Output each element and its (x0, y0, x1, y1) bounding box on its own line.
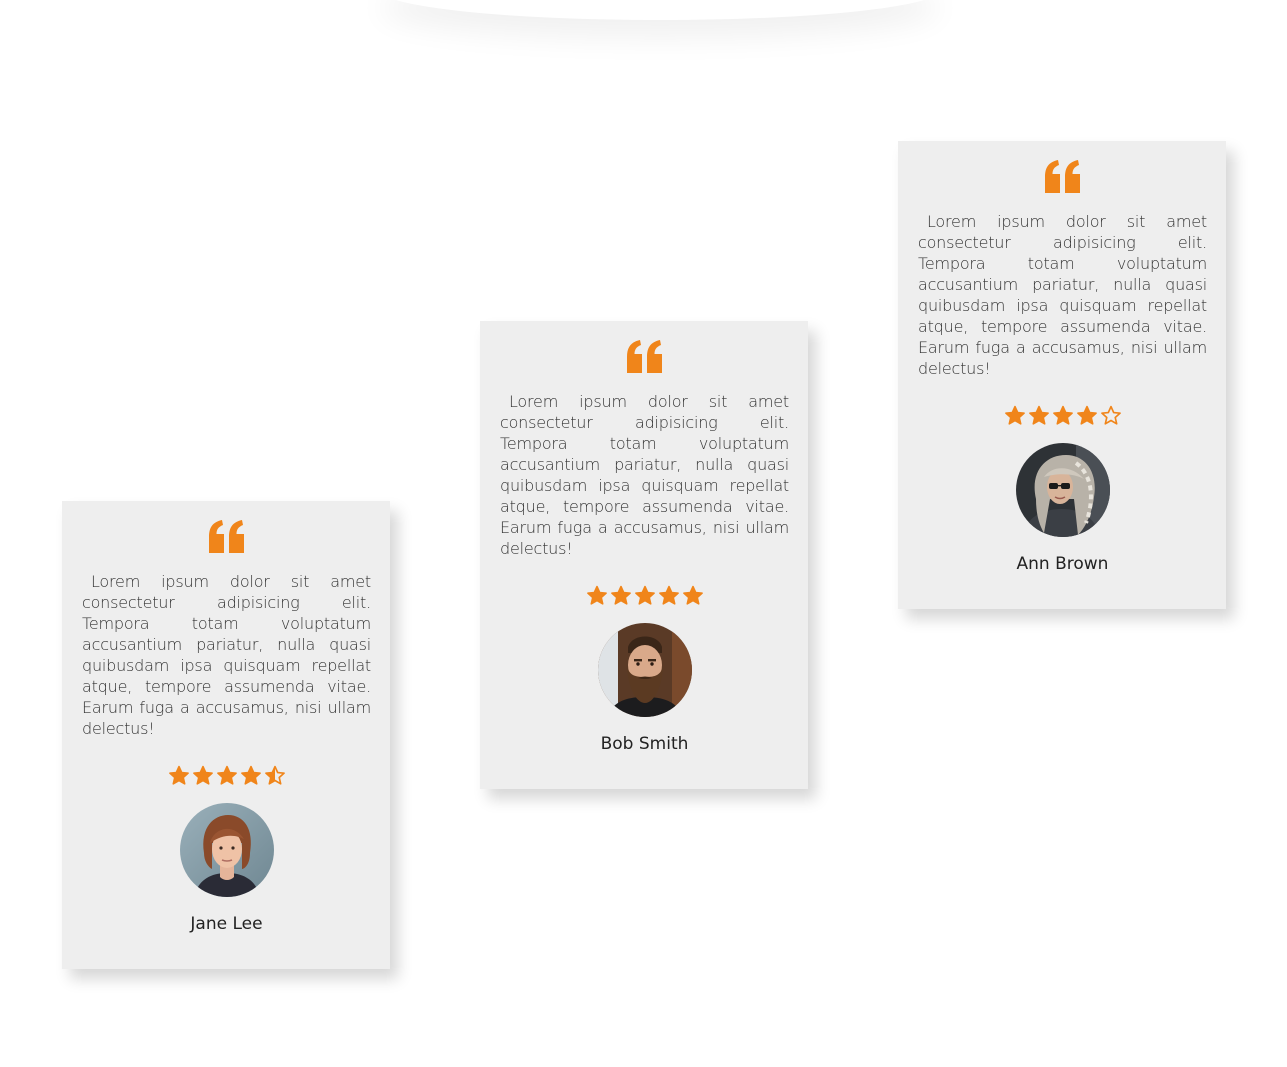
star-full-icon (192, 765, 213, 785)
star-full-icon (610, 585, 631, 605)
star-full-icon (1076, 405, 1097, 425)
reviewer-name: Ann Brown (1016, 554, 1109, 574)
star-full-icon (682, 585, 703, 605)
testimonial-card: Lorem ipsum dolor sit amet consectetur a… (898, 141, 1226, 609)
star-rating (500, 585, 789, 607)
star-rating (918, 405, 1207, 427)
star-full-icon (634, 585, 655, 605)
star-half-icon (264, 765, 285, 785)
star-full-icon (240, 765, 261, 785)
star-full-icon (168, 765, 189, 785)
reviewer-name: Jane Lee (190, 914, 263, 934)
star-empty-icon (1100, 405, 1121, 425)
avatar (1015, 443, 1110, 537)
star-full-icon (658, 585, 679, 605)
quote-icon (208, 520, 244, 553)
star-full-icon (1028, 405, 1049, 425)
review-text: Lorem ipsum dolor sit amet consectetur a… (500, 392, 789, 558)
quote-icon (626, 340, 662, 373)
star-full-icon (586, 585, 607, 605)
star-full-icon (1052, 405, 1073, 425)
gray-haired-woman-portrait-image (1015, 443, 1110, 537)
decorative-shadow (380, 0, 940, 20)
star-full-icon (216, 765, 237, 785)
reviewer-name: Bob Smith (600, 734, 689, 754)
avatar (179, 803, 274, 897)
avatar (597, 623, 692, 717)
testimonial-card: Lorem ipsum dolor sit amet consectetur a… (480, 321, 808, 789)
testimonial-card: Lorem ipsum dolor sit amet consectetur a… (62, 501, 390, 969)
bearded-man-portrait-image (597, 623, 692, 717)
woman-portrait-image (179, 803, 274, 897)
star-rating (82, 765, 371, 787)
star-full-icon (1004, 405, 1025, 425)
testimonials-section: Lorem ipsum dolor sit amet consectetur a… (0, 0, 1287, 1067)
quote-icon (1044, 160, 1080, 193)
review-text: Lorem ipsum dolor sit amet consectetur a… (82, 572, 371, 738)
review-text: Lorem ipsum dolor sit amet consectetur a… (918, 212, 1207, 378)
